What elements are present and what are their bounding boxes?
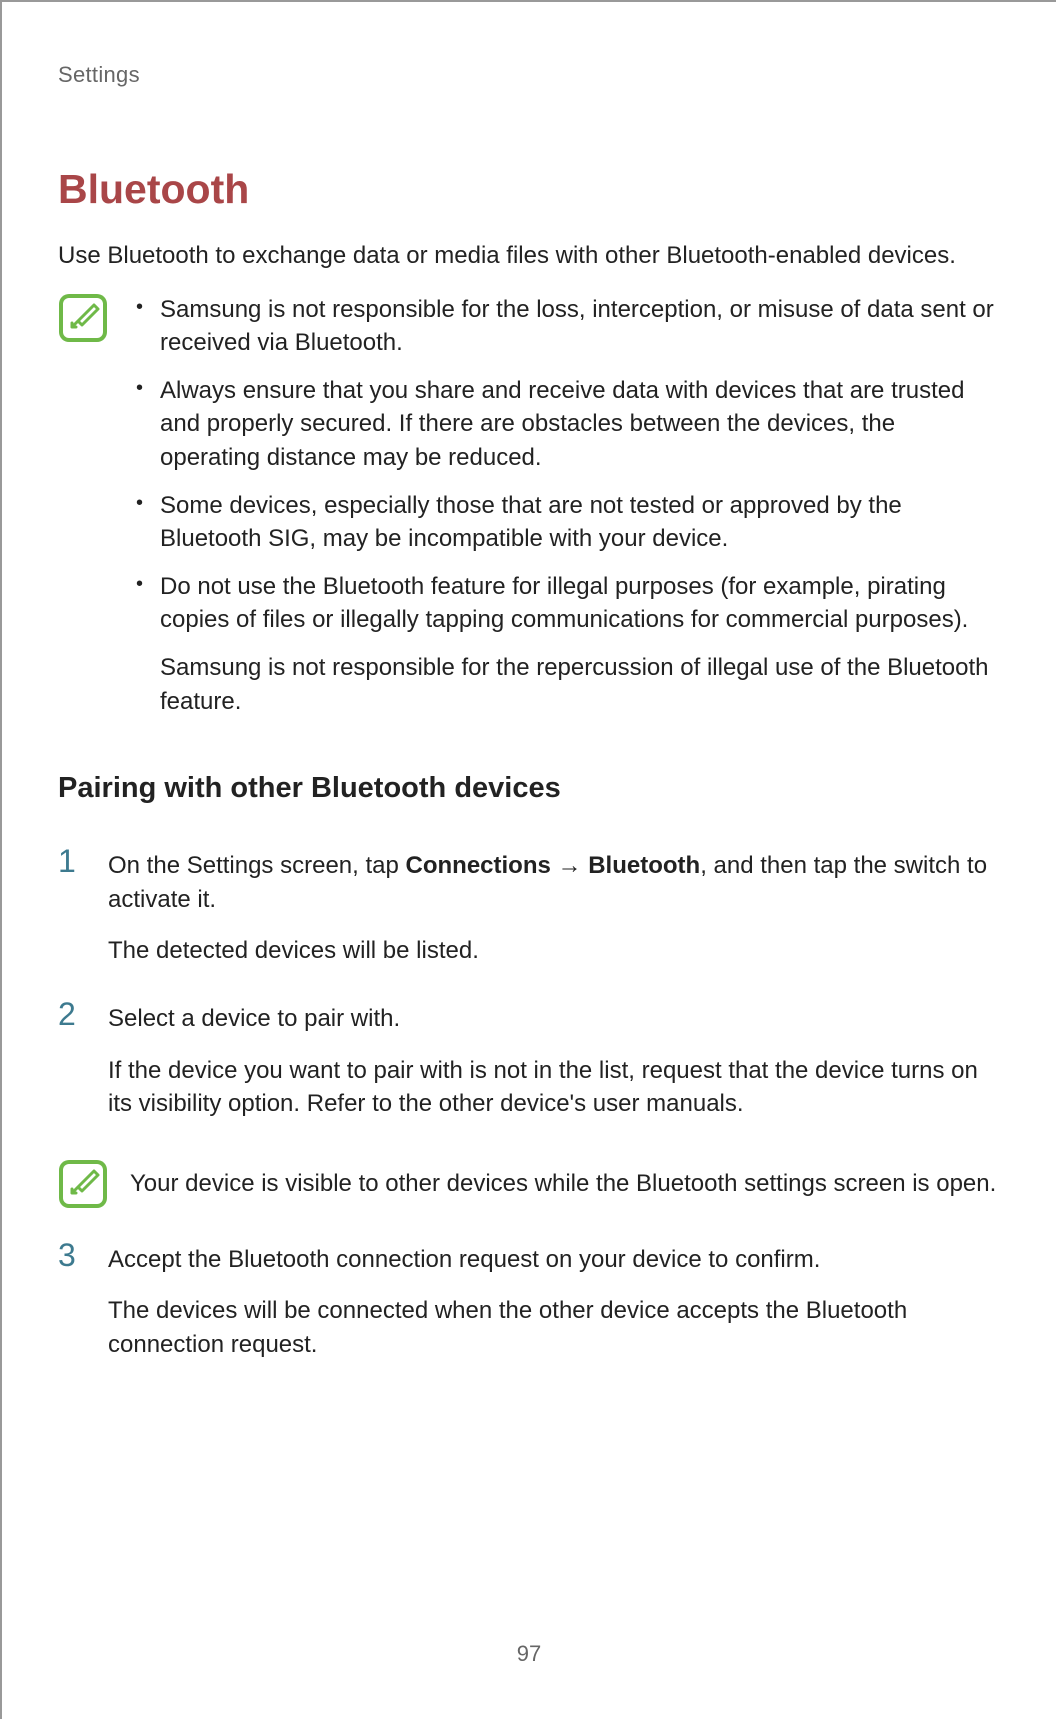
note-bullet: Always ensure that you share and receive… bbox=[130, 374, 1000, 475]
step-number: 1 bbox=[58, 845, 90, 877]
note-bullet: Samsung is not responsible for the loss,… bbox=[130, 293, 1000, 360]
page-number: 97 bbox=[2, 1641, 1056, 1667]
note-bullet: Do not use the Bluetooth feature for ill… bbox=[130, 570, 1000, 637]
sub-heading: Pairing with other Bluetooth devices bbox=[58, 772, 1000, 805]
breadcrumb: Settings bbox=[58, 62, 1000, 88]
step-secondary: The devices will be connected when the o… bbox=[108, 1294, 1000, 1361]
note-continuation: Samsung is not responsible for the reper… bbox=[130, 651, 1000, 718]
step-text: On the Settings screen, tap Connections … bbox=[108, 849, 1000, 916]
step-3: 3 Accept the Bluetooth connection reques… bbox=[58, 1239, 1000, 1380]
step-text: Select a device to pair with. bbox=[108, 1002, 1000, 1036]
note-bullet: Some devices, especially those that are … bbox=[130, 489, 1000, 556]
intro-text: Use Bluetooth to exchange data or media … bbox=[58, 239, 1000, 273]
step-2: 2 Select a device to pair with. If the d… bbox=[58, 998, 1000, 1139]
note-icon bbox=[58, 1159, 108, 1209]
step-text: Accept the Bluetooth connection request … bbox=[108, 1243, 1000, 1277]
note-block: Samsung is not responsible for the loss,… bbox=[58, 291, 1000, 733]
step-secondary: If the device you want to pair with is n… bbox=[108, 1054, 1000, 1121]
step-number: 3 bbox=[58, 1239, 90, 1271]
step-number: 2 bbox=[58, 998, 90, 1030]
note-icon bbox=[58, 293, 108, 343]
step-secondary: The detected devices will be listed. bbox=[108, 934, 1000, 968]
inline-note-text: Your device is visible to other devices … bbox=[130, 1165, 1000, 1201]
step-1: 1 On the Settings screen, tap Connection… bbox=[58, 845, 1000, 986]
note-bullet-list: Samsung is not responsible for the loss,… bbox=[130, 293, 1000, 719]
section-title: Bluetooth bbox=[58, 166, 1000, 213]
inline-note: Your device is visible to other devices … bbox=[58, 1157, 1000, 1209]
